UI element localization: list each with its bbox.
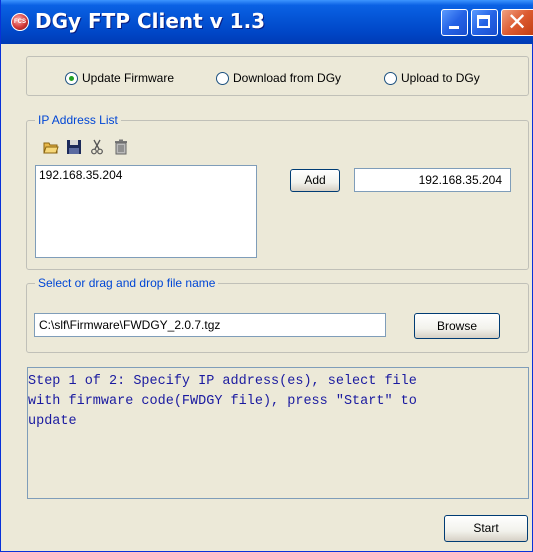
title-bar[interactable]: FCS DGy FTP Client v 1.3 ✕ [1,0,533,44]
radio-button[interactable] [216,71,229,85]
radio-download-from-dgy[interactable]: Download from DGy [216,71,341,85]
close-icon: ✕ [507,8,528,36]
ip-address-input[interactable]: 192.168.35.204 [354,168,511,192]
radio-button[interactable] [384,71,397,85]
open-folder-icon[interactable] [43,139,59,155]
status-line: update [28,414,77,429]
radio-label: Download from DGy [233,71,342,85]
radio-upload-to-dgy[interactable]: Upload to DGy [384,71,480,85]
start-button[interactable]: Start [444,515,528,542]
close-button[interactable]: ✕ [501,9,533,36]
list-item[interactable]: 192.168.35.204 [39,168,253,182]
radio-label: Upload to DGy [401,71,480,85]
minimize-button[interactable] [441,9,468,36]
trash-icon[interactable] [113,139,129,155]
cut-scissors-icon[interactable] [89,139,105,155]
app-window: FCS DGy FTP Client v 1.3 ✕ Update Firmwa… [0,0,533,552]
status-line: Step 1 of 2: Specify IP address(es), sel… [28,374,417,389]
add-button[interactable]: Add [290,169,340,192]
radio-update-firmware[interactable]: Update Firmware [65,71,174,85]
save-disk-icon[interactable] [66,139,82,155]
status-line: with firmware code(FWDGY file), press "S… [28,394,417,409]
fcs-logo-icon[interactable]: FCS [11,13,29,31]
status-message-area: Step 1 of 2: Specify IP address(es), sel… [27,367,529,499]
maximize-button[interactable] [471,9,498,36]
window-title: DGy FTP Client v 1.3 [35,9,266,33]
browse-button[interactable]: Browse [414,313,500,339]
ip-address-list[interactable]: 192.168.35.204 [35,165,257,258]
group-legend: Select or drag and drop file name [35,276,219,290]
radio-label: Update Firmware [82,71,175,85]
radio-button-checked[interactable] [65,71,78,85]
file-path-input[interactable]: C:\slf\Firmware\FWDGY_2.0.7.tgz [34,313,386,337]
group-legend: IP Address List [35,113,121,127]
